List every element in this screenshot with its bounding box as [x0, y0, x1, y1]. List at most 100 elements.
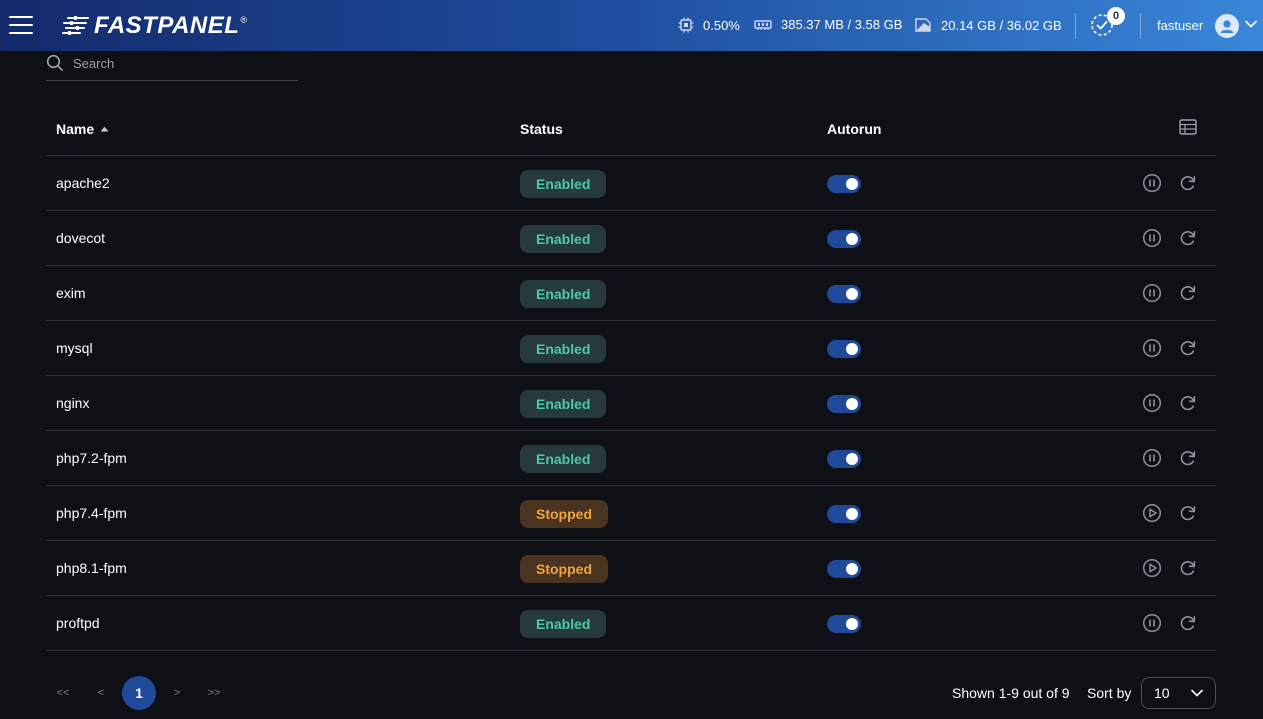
play-circle-icon[interactable] [1142, 503, 1162, 523]
pause-circle-icon[interactable] [1142, 613, 1162, 633]
pause-circle-icon[interactable] [1142, 448, 1162, 468]
restart-icon[interactable] [1178, 613, 1198, 633]
status-badge: Enabled [520, 280, 607, 308]
restart-icon[interactable] [1178, 503, 1198, 523]
page-size-select[interactable]: 10 [1141, 677, 1216, 709]
table-row: exim Enabled [46, 266, 1216, 321]
shown-count-text: Shown 1-9 out of 9 [952, 685, 1070, 701]
pause-circle-icon[interactable] [1142, 173, 1162, 193]
table-row: proftpd Enabled [46, 596, 1216, 651]
sort-ascending-icon [100, 126, 109, 132]
status-badge: Enabled [520, 335, 607, 363]
restart-icon[interactable] [1178, 173, 1198, 193]
user-avatar-icon[interactable] [1215, 14, 1239, 38]
page-1-button[interactable]: 1 [122, 676, 156, 710]
status-badge: Stopped [520, 500, 608, 528]
last-page-button[interactable]: >> [200, 676, 228, 710]
service-name: php7.4-fpm [56, 505, 127, 521]
restart-icon[interactable] [1178, 283, 1198, 303]
service-name: proftpd [56, 615, 100, 631]
table-row: php7.2-fpm Enabled [46, 431, 1216, 486]
service-name: mysql [56, 340, 93, 356]
toggle-knob [846, 343, 858, 355]
ram-usage: 385.37 MB / 3.58 GB [754, 17, 902, 32]
disk-icon [915, 18, 931, 32]
table-row: dovecot Enabled [46, 211, 1216, 266]
table-header: Name Status Autorun [46, 100, 1216, 156]
service-name: php7.2-fpm [56, 450, 127, 466]
table-row: apache2 Enabled [46, 156, 1216, 211]
restart-icon[interactable] [1178, 448, 1198, 468]
disk-usage: 20.14 GB / 36.02 GB [914, 17, 1062, 33]
ram-value: 385.37 MB / 3.58 GB [781, 17, 903, 32]
search-icon [46, 54, 64, 72]
toggle-knob [846, 563, 858, 575]
toggle-knob [846, 618, 858, 630]
toggle-knob [846, 178, 858, 190]
hamburger-icon[interactable] [9, 14, 33, 36]
header-divider [1075, 13, 1076, 39]
autorun-toggle[interactable] [827, 450, 861, 468]
toggle-knob [846, 288, 858, 300]
restart-icon[interactable] [1178, 338, 1198, 358]
prev-page-button[interactable]: < [92, 676, 110, 710]
column-header-name-label: Name [56, 121, 95, 137]
top-header: FASTPANEL ® 0.50% 385.37 MB / 3.58 GB 20.… [0, 0, 1263, 51]
autorun-toggle[interactable] [827, 340, 861, 358]
autorun-toggle[interactable] [827, 285, 861, 303]
column-header-autorun: Autorun [827, 121, 882, 137]
restart-icon[interactable] [1178, 558, 1198, 578]
autorun-toggle[interactable] [827, 560, 861, 578]
search-box [46, 50, 298, 81]
status-badge: Enabled [520, 445, 607, 473]
username[interactable]: fastuser [1157, 18, 1203, 33]
memory-icon [754, 19, 772, 30]
pause-circle-icon[interactable] [1142, 228, 1162, 248]
header-divider [1140, 13, 1141, 39]
logo-mark-icon [62, 16, 89, 35]
service-name: apache2 [56, 175, 110, 191]
service-name: php8.1-fpm [56, 560, 127, 576]
fastpanel-logo[interactable]: FASTPANEL ® [62, 12, 247, 40]
disk-value: 20.14 GB / 36.02 GB [941, 17, 1062, 33]
table-columns-icon[interactable] [1179, 119, 1197, 135]
cpu-usage: 0.50% [678, 17, 740, 33]
chevron-down-icon [1191, 689, 1203, 697]
autorun-toggle[interactable] [827, 505, 861, 523]
table-row: mysql Enabled [46, 321, 1216, 376]
next-page-button[interactable]: > [168, 676, 186, 710]
pause-circle-icon[interactable] [1142, 393, 1162, 413]
services-table: Name Status Autorun apache2 Enabled doveco… [46, 100, 1216, 651]
service-name: nginx [56, 395, 90, 411]
autorun-toggle[interactable] [827, 395, 861, 413]
service-name: dovecot [56, 230, 106, 246]
play-circle-icon[interactable] [1142, 558, 1162, 578]
page-size-value: 10 [1154, 685, 1170, 701]
first-page-button[interactable]: << [50, 676, 76, 710]
status-badge: Enabled [520, 170, 607, 198]
status-badge: Enabled [520, 610, 607, 638]
cpu-icon [678, 17, 694, 33]
toggle-knob [846, 233, 858, 245]
column-header-name[interactable]: Name [56, 121, 109, 137]
tasks-count-badge: 0 [1107, 7, 1125, 25]
status-badge: Stopped [520, 555, 608, 583]
restart-icon[interactable] [1178, 228, 1198, 248]
pause-circle-icon[interactable] [1142, 283, 1162, 303]
registered-mark: ® [240, 15, 248, 25]
autorun-toggle[interactable] [827, 615, 861, 633]
autorun-toggle[interactable] [827, 230, 861, 248]
table-row: php8.1-fpm Stopped [46, 541, 1216, 596]
restart-icon[interactable] [1178, 393, 1198, 413]
status-badge: Enabled [520, 390, 607, 418]
search-input[interactable] [73, 53, 293, 73]
sort-by-label: Sort by [1087, 685, 1132, 701]
autorun-toggle[interactable] [827, 175, 861, 193]
pause-circle-icon[interactable] [1142, 338, 1162, 358]
status-badge: Enabled [520, 225, 607, 253]
cpu-value: 0.50% [703, 17, 740, 33]
toggle-knob [846, 508, 858, 520]
table-row: php7.4-fpm Stopped [46, 486, 1216, 541]
service-name: exim [56, 285, 86, 301]
chevron-down-icon[interactable] [1245, 20, 1257, 28]
